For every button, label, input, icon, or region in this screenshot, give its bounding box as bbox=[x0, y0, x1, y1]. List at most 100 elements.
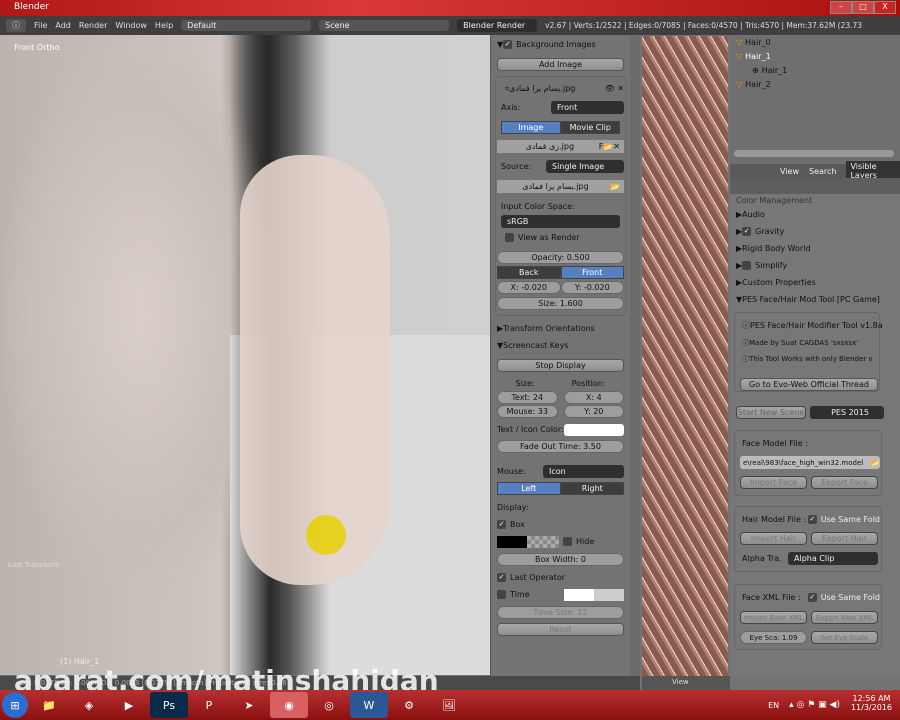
app-icon[interactable]: ◈ bbox=[70, 692, 108, 718]
size-field[interactable]: Size: 1.600 bbox=[497, 297, 624, 310]
menu-file[interactable]: File bbox=[34, 21, 47, 30]
menu-help[interactable]: Help bbox=[155, 21, 173, 30]
text-size-field[interactable]: Text: 24 bbox=[497, 391, 558, 404]
uv-image-editor[interactable] bbox=[642, 36, 728, 676]
image-entry[interactable]: ▿ ﻳﺴﺎﻡ ﻳﺰﺍ ﻓﻤﺎﺩﻯ.jpg 👁 ✕ bbox=[497, 82, 624, 95]
screencast-keys-header[interactable]: ▼ Screencast Keys bbox=[497, 339, 624, 352]
clock[interactable]: 12:56 AM 11/3/2016 bbox=[851, 694, 892, 712]
import-hair-button[interactable]: Import Hair bbox=[740, 532, 807, 545]
time-size-field[interactable]: Time Size: 12 bbox=[497, 606, 624, 619]
box-width-field[interactable]: Box Width: 0 bbox=[497, 553, 624, 566]
tray-icons[interactable]: ▴ ◎ ⚑ ▣ ◀) bbox=[789, 700, 840, 710]
menu-render[interactable]: Render bbox=[79, 21, 107, 30]
eye-scale-field[interactable]: Eye Sca: 1.09 bbox=[740, 631, 807, 644]
outliner-item-hair-2[interactable]: ▽ Hair_2 bbox=[736, 80, 771, 89]
telegram-icon[interactable]: ➤ bbox=[230, 692, 268, 718]
outliner-view-menu[interactable]: View bbox=[780, 167, 799, 176]
outliner-item-hair-1-mesh[interactable]: ⊕ Hair_1 bbox=[752, 66, 787, 75]
alpha-select[interactable]: Alpha Clip bbox=[788, 552, 878, 565]
blender-icon[interactable]: ◉ bbox=[270, 692, 308, 718]
pos-y-field[interactable]: Y: 20 bbox=[563, 405, 624, 418]
start-button[interactable]: ⊞ bbox=[2, 692, 28, 718]
render-engine-select[interactable]: Blender Render bbox=[457, 19, 538, 32]
front-button[interactable]: Front bbox=[560, 266, 624, 279]
maximize-button[interactable]: □ bbox=[852, 1, 874, 14]
n-panel-scrollbar[interactable] bbox=[630, 36, 640, 676]
evo-web-link-button[interactable]: Go to Evo-Web Official Thread bbox=[740, 378, 878, 391]
minimize-button[interactable]: – bbox=[830, 1, 852, 14]
3d-viewport[interactable]: Front Ortho Last Transform (1) Hair_1 bbox=[0, 35, 490, 675]
export-hair-button[interactable]: Export Hair bbox=[811, 532, 878, 545]
section-rigid-body-world[interactable]: ▶ Rigid Body World bbox=[736, 242, 894, 255]
transform-orientations-header[interactable]: ▶ Transform Orientations bbox=[497, 322, 624, 335]
opacity-slider[interactable]: Opacity: 0.500 bbox=[497, 251, 624, 264]
back-button[interactable]: Back bbox=[497, 266, 561, 279]
image-datablock[interactable]: ﺯﻯ ﻓﻤﺎﺩﻯ.jpg F 📂✕ bbox=[497, 140, 624, 153]
menu-window[interactable]: Window bbox=[115, 21, 147, 30]
close-button[interactable]: X bbox=[874, 1, 896, 14]
right-button[interactable]: Right bbox=[560, 482, 624, 495]
import-face-button[interactable]: Import Face bbox=[740, 476, 807, 489]
editor-type-icon[interactable]: ⓘ bbox=[6, 19, 26, 32]
word-icon[interactable]: W bbox=[350, 692, 388, 718]
start-new-scene-button[interactable]: Start New Scene bbox=[736, 406, 806, 419]
export-new-xml-button[interactable]: Export New XML bbox=[811, 611, 878, 624]
outliner-search-menu[interactable]: Search bbox=[809, 167, 836, 176]
left-button[interactable]: Left bbox=[497, 482, 561, 495]
tab-movie-clip[interactable]: Movie Clip bbox=[560, 121, 620, 134]
background-images-header[interactable]: ▼ ✓ Background Images bbox=[497, 38, 624, 51]
layout-select[interactable]: Default bbox=[181, 20, 312, 31]
outliner-scrollbar[interactable] bbox=[734, 150, 894, 157]
chrome-icon[interactable]: ◎ bbox=[310, 692, 348, 718]
face-path-field[interactable]: e\real\983\face_high_win32.model 📂 bbox=[740, 456, 880, 469]
reset-button[interactable]: Reset bbox=[497, 623, 624, 636]
time-checkbox[interactable] bbox=[497, 590, 506, 599]
image-viewer-icon[interactable]: 🖼 bbox=[430, 692, 468, 718]
last-operator-checkbox[interactable]: ✓ Last Operator bbox=[497, 571, 624, 584]
uv-view-menu[interactable]: View bbox=[672, 678, 689, 686]
y-offset-field[interactable]: Y: -0.020 bbox=[560, 281, 624, 294]
import-base-xml-button[interactable]: Import Base XML bbox=[740, 611, 807, 624]
explorer-icon[interactable]: 📁 bbox=[30, 692, 68, 718]
axis-select[interactable]: Front bbox=[551, 101, 624, 114]
x-offset-field[interactable]: X: -0.020 bbox=[497, 281, 561, 294]
scene-select[interactable]: Scene bbox=[319, 20, 450, 31]
filepath-field[interactable]: ﻳﺴﺎﻡ ﻳﺰﺍ ﻓﻤﺎﺩﻯ.jpg 📂 bbox=[497, 180, 624, 193]
view-as-render-checkbox[interactable]: View as Render bbox=[497, 231, 624, 244]
box-color-swatch[interactable] bbox=[497, 535, 527, 548]
properties-context-tabs[interactable] bbox=[730, 178, 900, 194]
language-indicator[interactable]: EN bbox=[768, 701, 779, 710]
tab-image[interactable]: Image bbox=[501, 121, 561, 134]
add-image-button[interactable]: Add Image bbox=[497, 58, 624, 71]
set-eye-scale-button[interactable]: Set Eye Scale bbox=[811, 631, 878, 644]
section-gravity[interactable]: ▶ ✓ Gravity bbox=[736, 225, 894, 238]
photoshop-icon[interactable]: Ps bbox=[150, 692, 188, 718]
xml-use-same-fold-checkbox[interactable]: Use Same Fold bbox=[821, 593, 880, 602]
time-color-swatch[interactable] bbox=[564, 588, 624, 601]
stop-display-button[interactable]: Stop Display bbox=[497, 359, 624, 372]
pos-x-field[interactable]: X: 4 bbox=[563, 391, 624, 404]
mouse-select[interactable]: Icon bbox=[543, 465, 624, 478]
section-custom-properties[interactable]: ▶ Custom Properties bbox=[736, 276, 894, 289]
outliner-item-hair-1[interactable]: ▽ Hair_1 bbox=[736, 52, 771, 61]
hide-checkbox[interactable] bbox=[563, 537, 572, 546]
app2-icon[interactable]: ⚙ bbox=[390, 692, 428, 718]
color-space-select[interactable]: sRGB bbox=[501, 215, 620, 228]
pinterest-icon[interactable]: P bbox=[190, 692, 228, 718]
section-color-management[interactable]: Color Management bbox=[736, 194, 894, 207]
export-face-button[interactable]: Export Face bbox=[811, 476, 878, 489]
fade-out-field[interactable]: Fade Out Time: 3.50 bbox=[497, 440, 624, 453]
mouse-size-field[interactable]: Mouse: 33 bbox=[497, 405, 558, 418]
last-operator-panel[interactable]: Last Transform bbox=[8, 561, 60, 569]
source-select[interactable]: Single Image bbox=[546, 160, 624, 173]
text-color-swatch[interactable] bbox=[563, 423, 624, 436]
box-checkbox[interactable]: ✓ Box bbox=[497, 518, 624, 531]
game-select[interactable]: PES 2015 bbox=[810, 406, 884, 419]
hair-use-same-fold-checkbox[interactable]: Use Same Fold bbox=[821, 515, 880, 524]
outliner-item-hair-0[interactable]: ▽ Hair_0 bbox=[736, 38, 771, 47]
section-audio[interactable]: ▶ Audio bbox=[736, 208, 894, 221]
section-pes-tool[interactable]: ▼ PES Face/Hair Mod Tool [PC Game] bbox=[736, 293, 894, 306]
section-simplify[interactable]: ▶ Simplify bbox=[736, 259, 894, 272]
menu-add[interactable]: Add bbox=[55, 21, 71, 30]
media-player-icon[interactable]: ▶ bbox=[110, 692, 148, 718]
